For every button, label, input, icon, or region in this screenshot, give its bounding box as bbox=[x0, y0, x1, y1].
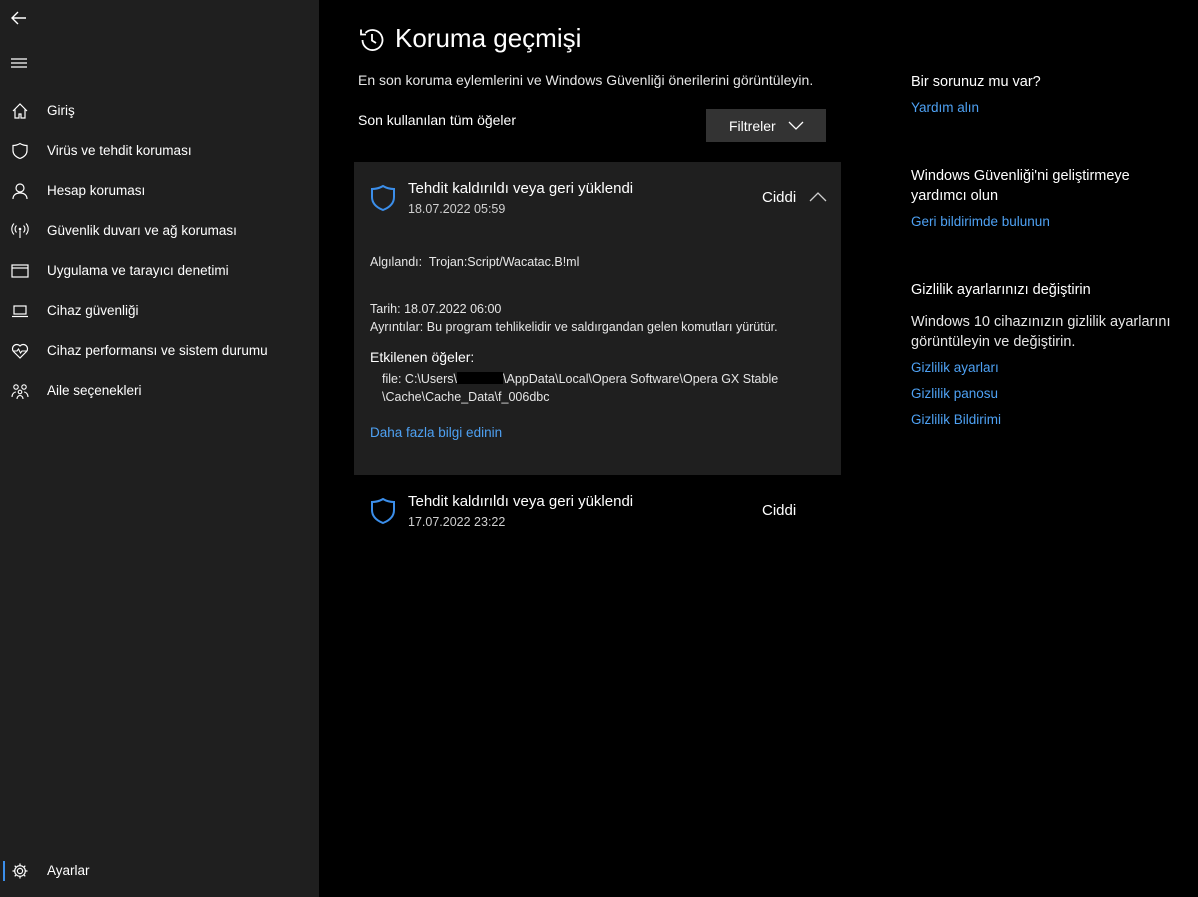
date-value: 18.07.2022 06:00 bbox=[404, 302, 502, 316]
main-content: Koruma geçmişi En son koruma eylemlerini… bbox=[319, 0, 1198, 897]
wifi-antenna-icon bbox=[11, 222, 29, 240]
filters-button[interactable]: Filtreler bbox=[706, 109, 826, 142]
sidebar-item-label: Ayarlar bbox=[47, 863, 90, 878]
sidebar-item-device-security[interactable]: Cihaz güvenliği bbox=[0, 291, 319, 331]
privacy-settings-link[interactable]: Gizlilik ayarları bbox=[911, 360, 999, 375]
shield-icon bbox=[370, 497, 396, 525]
sidebar-item-device-performance[interactable]: Cihaz performansı ve sistem durumu bbox=[0, 331, 319, 371]
severity-label: Ciddi bbox=[762, 502, 797, 519]
improve-heading: Windows Güvenliği'ni geliştirmeye yardım… bbox=[911, 168, 1130, 204]
sidebar-item-family-options[interactable]: Aile seçenekleri bbox=[0, 371, 319, 411]
file-path-suffix: \AppData\Local\Opera Software\Opera GX S… bbox=[503, 372, 779, 386]
privacy-dashboard-link[interactable]: Gizlilik panosu bbox=[911, 386, 998, 401]
sidebar-item-label: Cihaz güvenliği bbox=[47, 303, 139, 318]
home-icon bbox=[11, 102, 29, 120]
sidebar-item-firewall[interactable]: Güvenlik duvarı ve ağ koruması bbox=[0, 211, 319, 251]
page-subtitle: En son koruma eylemlerini ve Windows Güv… bbox=[358, 72, 814, 88]
event-date: 18.07.2022 05:59 bbox=[408, 202, 506, 216]
hamburger-menu-icon[interactable] bbox=[10, 56, 28, 70]
detected-value: Trojan:Script/Wacatac.B!ml bbox=[428, 255, 580, 269]
details-line: Ayrıntılar: Bu program tehlikelidir ve s… bbox=[370, 320, 778, 334]
history-clock-icon bbox=[358, 26, 386, 54]
sidebar-item-virus-protection[interactable]: Virüs ve tehdit koruması bbox=[0, 131, 319, 171]
sidebar-item-account-protection[interactable]: Hesap koruması bbox=[0, 171, 319, 211]
event-row-collapsed[interactable]: Tehdit kaldırıldı veya geri yüklendi 17.… bbox=[354, 478, 841, 546]
details-label: Ayrıntılar: bbox=[370, 320, 424, 334]
date-line: Tarih: 18.07.2022 06:00 bbox=[370, 302, 501, 316]
detected-label: Algılandı: bbox=[370, 255, 423, 269]
privacy-heading: Gizlilik ayarlarınızı değiştirin bbox=[911, 282, 1091, 298]
filters-label: Filtreler bbox=[729, 118, 776, 134]
event-card-expanded: Tehdit kaldırıldı veya geri yüklendi 18.… bbox=[354, 162, 841, 475]
selection-indicator bbox=[3, 861, 5, 881]
file-path-line-1: file: C:\Users\ \AppData\Local\Opera Soft… bbox=[382, 372, 778, 386]
shield-icon bbox=[370, 184, 396, 212]
severity-label: Ciddi bbox=[762, 189, 797, 206]
chevron-up-icon[interactable] bbox=[809, 191, 827, 203]
family-icon bbox=[11, 382, 29, 400]
sidebar-item-label: Giriş bbox=[47, 103, 75, 118]
list-label: Son kullanılan tüm öğeler bbox=[358, 112, 516, 128]
browser-window-icon bbox=[11, 262, 29, 280]
sidebar-item-label: Cihaz performansı ve sistem durumu bbox=[47, 343, 268, 358]
chevron-down-icon bbox=[788, 121, 804, 130]
sidebar-item-label: Aile seçenekleri bbox=[47, 383, 142, 398]
sidebar-item-label: Uygulama ve tarayıcı denetimi bbox=[47, 263, 229, 278]
event-title: Tehdit kaldırıldı veya geri yüklendi bbox=[408, 493, 634, 510]
event-date: 17.07.2022 23:22 bbox=[408, 515, 506, 529]
event-row-header[interactable]: Tehdit kaldırıldı veya geri yüklendi 18.… bbox=[354, 162, 841, 230]
sidebar-item-home[interactable]: Giriş bbox=[0, 91, 319, 131]
affected-items-heading: Etkilenen öğeler: bbox=[370, 349, 475, 365]
heart-pulse-icon bbox=[11, 342, 29, 360]
redacted-username bbox=[457, 372, 504, 384]
back-arrow-icon[interactable] bbox=[9, 8, 29, 28]
file-path-line-2: \Cache\Cache_Data\f_006dbc bbox=[382, 390, 550, 404]
sidebar-item-label: Güvenlik duvarı ve ağ koruması bbox=[47, 223, 237, 238]
person-icon bbox=[11, 182, 29, 200]
date-label: Tarih: bbox=[370, 302, 401, 316]
shield-icon bbox=[11, 142, 29, 160]
help-link[interactable]: Yardım alın bbox=[911, 100, 979, 115]
detected-line: Algılandı: Trojan:Script/Wacatac.B!ml bbox=[370, 255, 579, 269]
privacy-statement-link[interactable]: Gizlilik Bildirimi bbox=[911, 412, 1001, 427]
file-path-prefix: file: C:\Users\ bbox=[382, 372, 458, 386]
gear-icon bbox=[11, 862, 29, 880]
sidebar-item-app-browser-control[interactable]: Uygulama ve tarayıcı denetimi bbox=[0, 251, 319, 291]
feedback-link[interactable]: Geri bildirimde bulunun bbox=[911, 214, 1050, 229]
help-heading: Bir sorunuz mu var? bbox=[911, 74, 1041, 90]
details-value: Bu program tehlikelidir ve saldırgandan … bbox=[426, 320, 778, 334]
page-title: Koruma geçmişi bbox=[395, 23, 582, 53]
sidebar-item-label: Virüs ve tehdit koruması bbox=[47, 143, 192, 158]
sidebar-item-settings[interactable]: Ayarlar bbox=[0, 851, 319, 891]
event-title: Tehdit kaldırıldı veya geri yüklendi bbox=[408, 180, 634, 197]
sidebar: Giriş Virüs ve tehdit koruması Hesap kor… bbox=[0, 0, 319, 897]
sidebar-item-label: Hesap koruması bbox=[47, 183, 146, 198]
more-info-link[interactable]: Daha fazla bilgi edinin bbox=[370, 425, 502, 440]
laptop-icon bbox=[11, 302, 29, 320]
privacy-text: Windows 10 cihazınızın gizlilik ayarları… bbox=[911, 314, 1171, 350]
